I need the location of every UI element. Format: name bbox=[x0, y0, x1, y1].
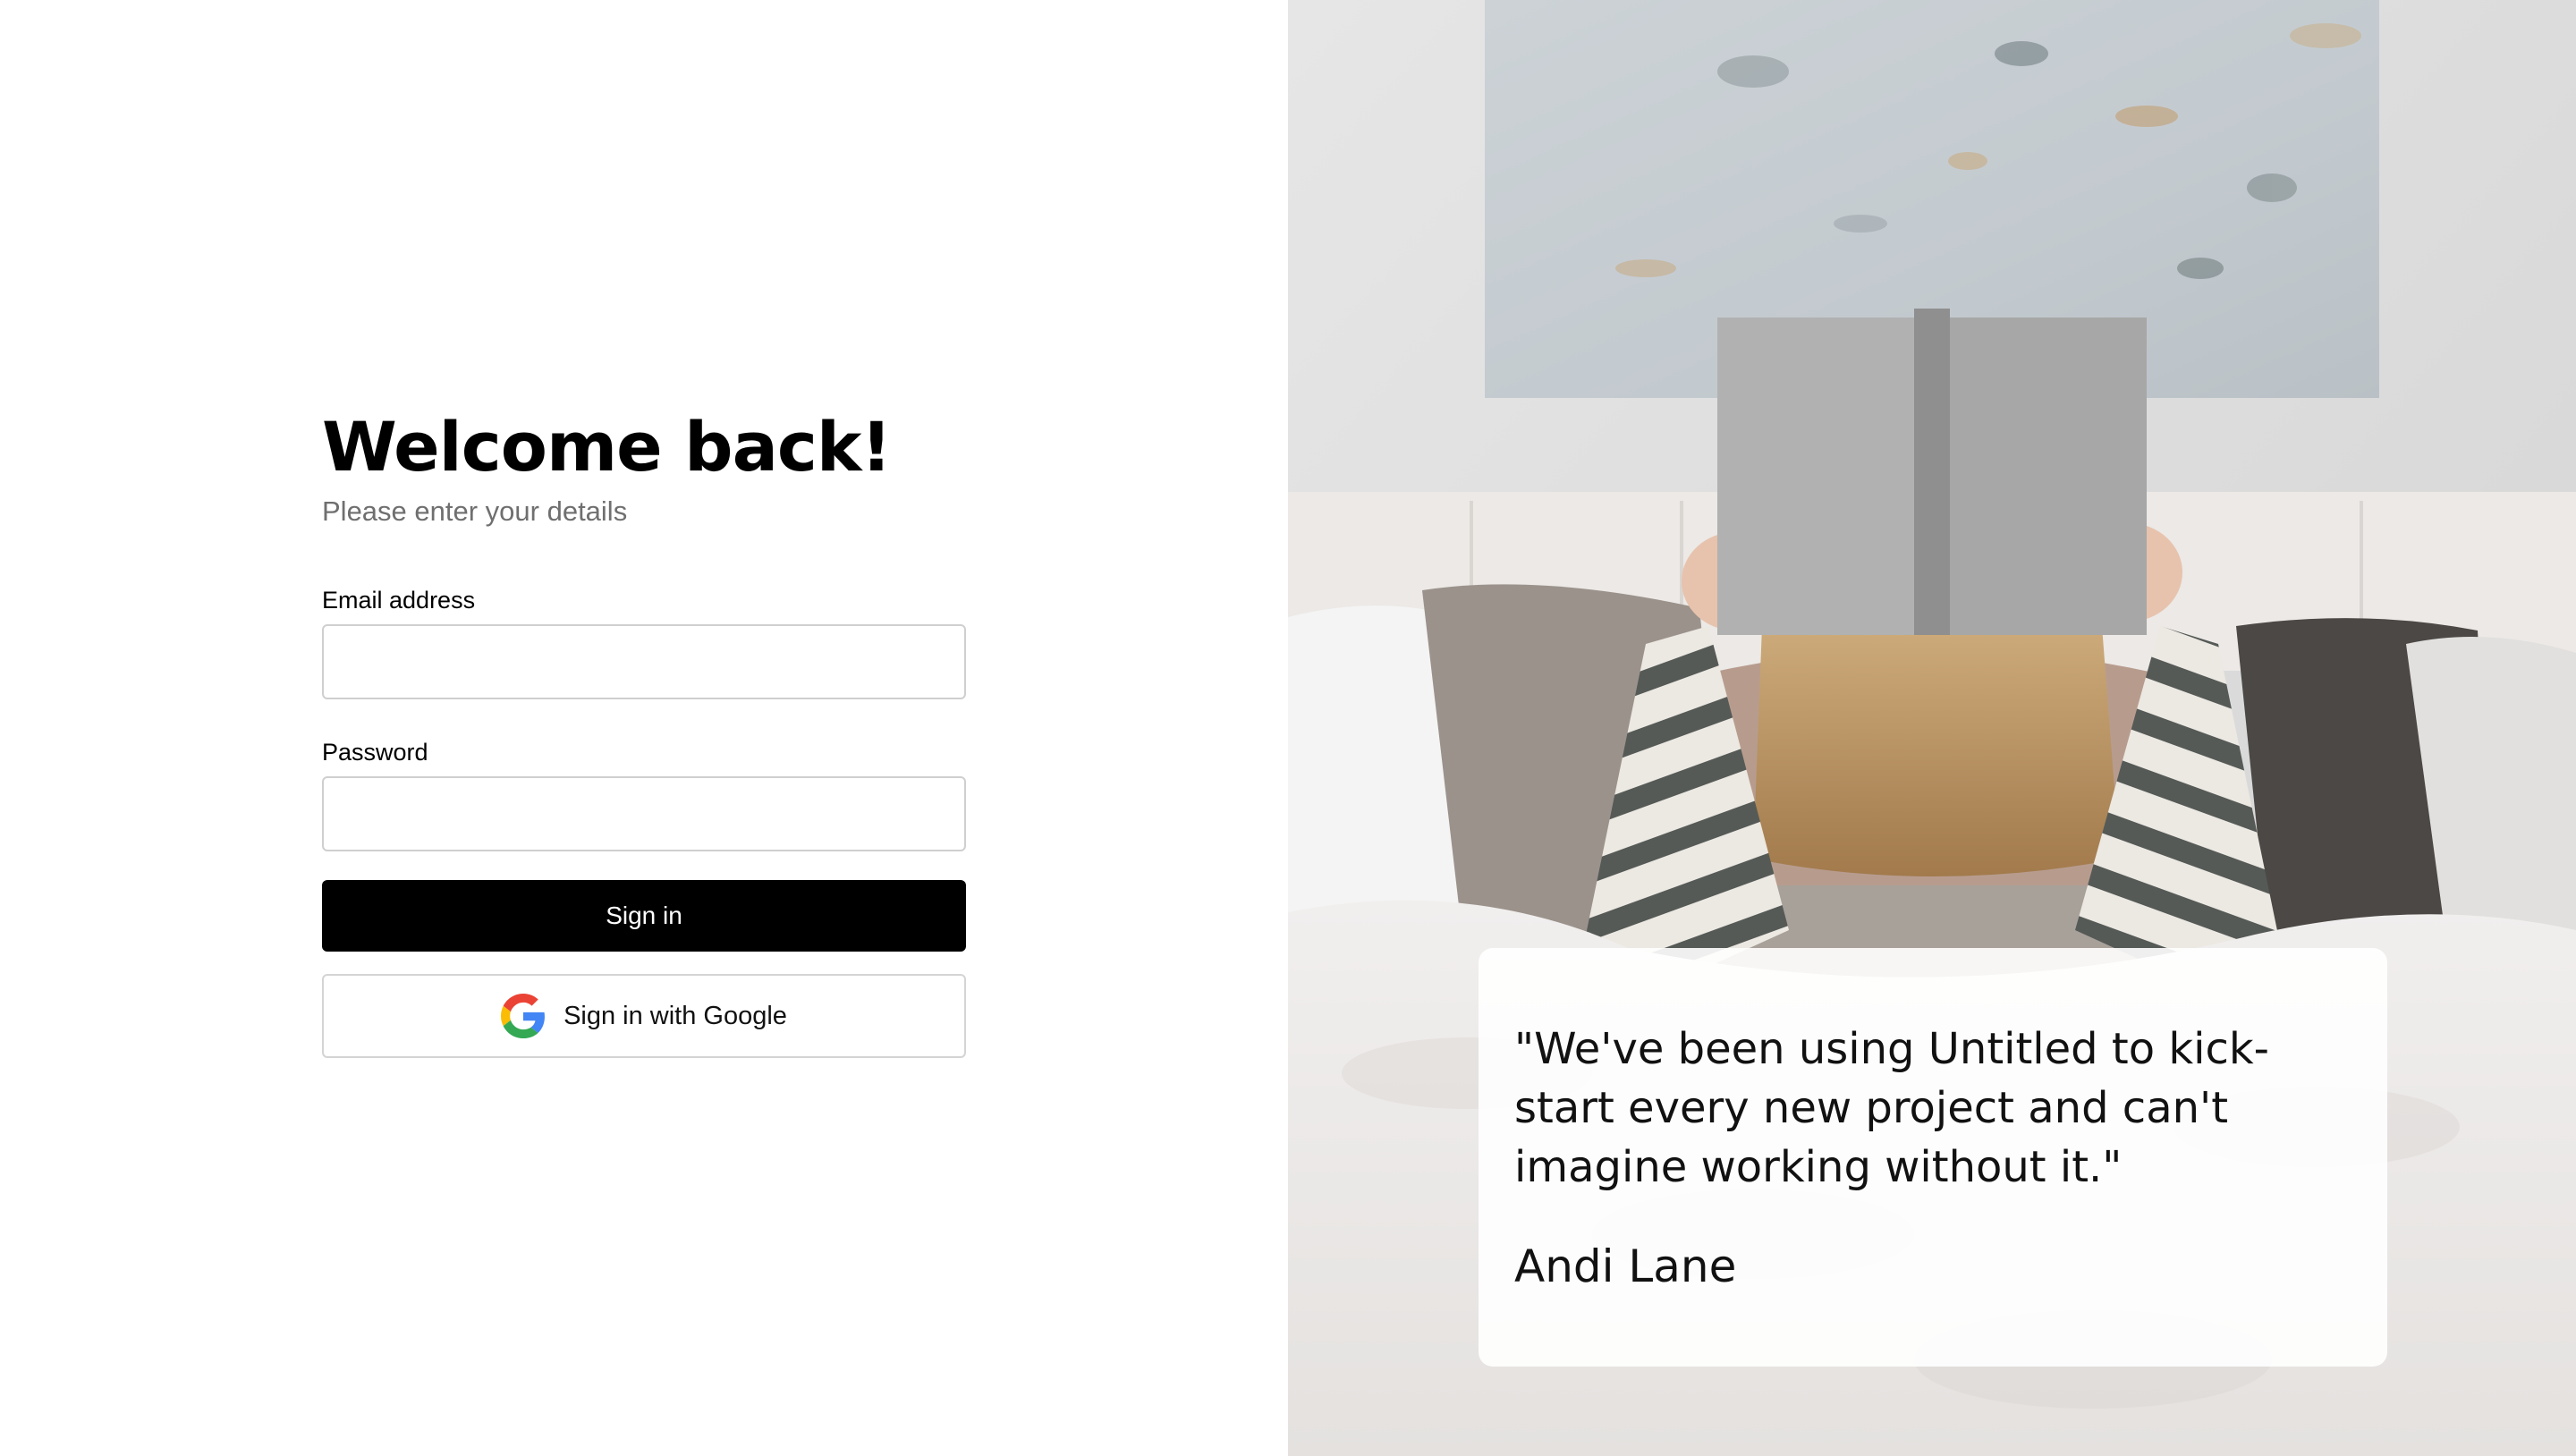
email-label: Email address bbox=[322, 587, 476, 614]
sign-in-button[interactable]: Sign in bbox=[322, 880, 966, 952]
google-sign-in-button[interactable]: Sign in with Google bbox=[322, 974, 966, 1058]
google-logo-icon bbox=[501, 994, 545, 1038]
sign-in-button-label: Sign in bbox=[606, 902, 682, 929]
page-title: Welcome back! bbox=[322, 407, 892, 487]
google-sign-in-label: Sign in with Google bbox=[564, 1001, 787, 1030]
password-label: Password bbox=[322, 739, 428, 766]
sign-in-form: Welcome back! Please enter your details … bbox=[322, 406, 966, 1058]
sign-in-panel: Welcome back! Please enter your details … bbox=[0, 0, 1288, 1456]
page-subtitle: Please enter your details bbox=[322, 495, 628, 527]
password-field[interactable] bbox=[322, 776, 966, 851]
email-field[interactable] bbox=[322, 624, 966, 699]
testimonial-quote: "We've been using Untitled to kick-start… bbox=[1514, 1024, 2269, 1192]
testimonial-author: Andi Lane bbox=[1514, 1240, 1737, 1292]
testimonial-card: "We've been using Untitled to kick-start… bbox=[1479, 948, 2387, 1367]
sign-in-page: Welcome back! Please enter your details … bbox=[0, 0, 2576, 1456]
